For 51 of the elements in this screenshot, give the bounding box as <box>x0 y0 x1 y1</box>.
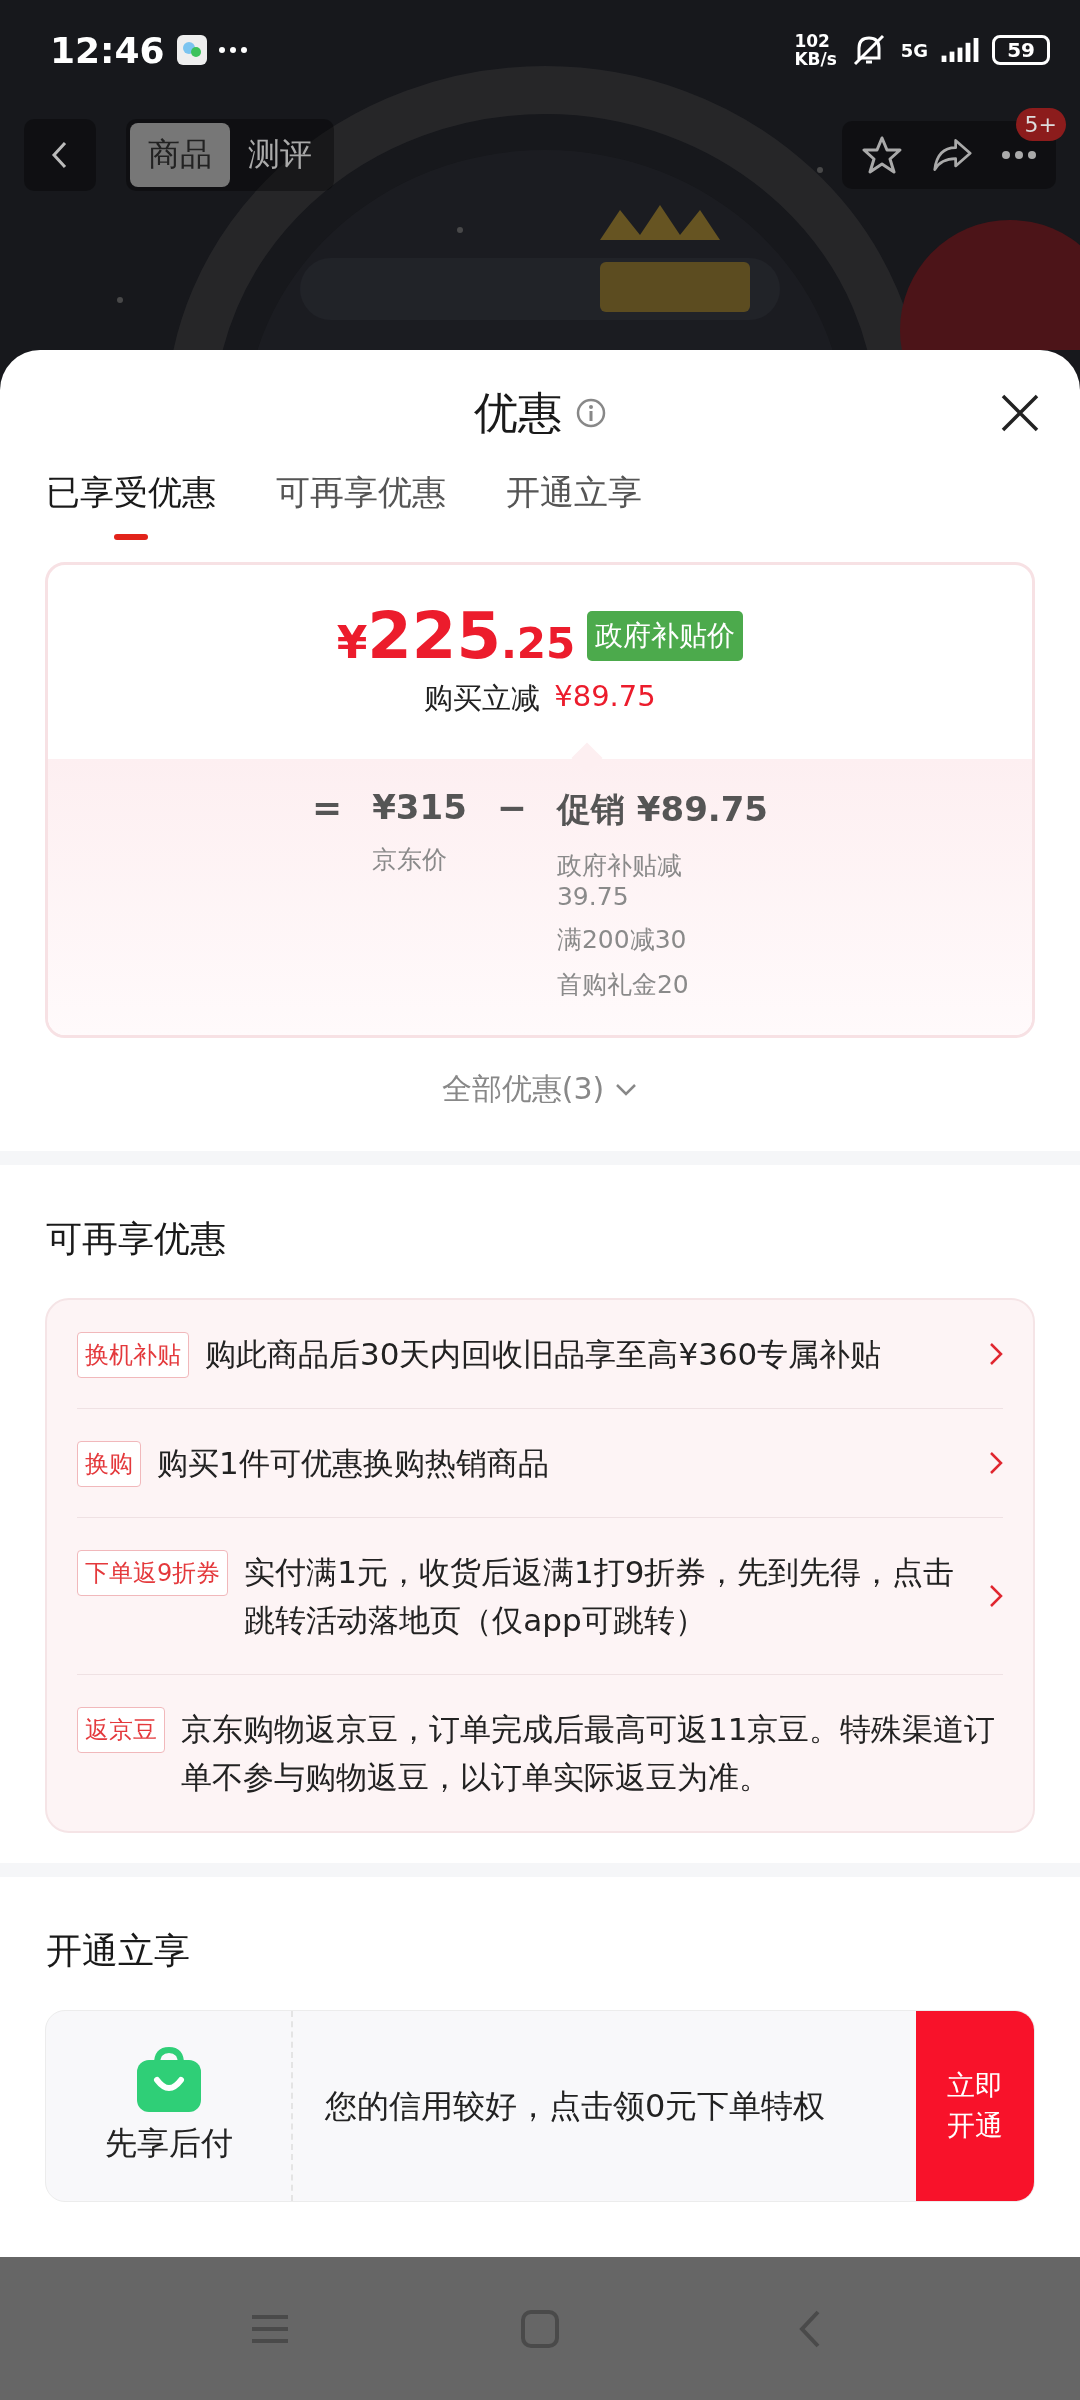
star-icon[interactable] <box>862 135 902 175</box>
more-notifications-icon <box>218 47 247 53</box>
offer-text: 购此商品后30天内回收旧品享至高¥360专属补贴 <box>205 1335 883 1374</box>
chat-app-icon <box>176 35 207 65</box>
offer-text: 购买1件可优惠换购热销商品 <box>157 1444 550 1483</box>
saving-amount: ¥89.75 <box>554 679 656 715</box>
nav-tab[interactable]: 测评 <box>230 123 330 187</box>
subsidy-tag: 政府补贴价 <box>587 611 744 661</box>
promo-amount: ¥89.75 <box>636 789 768 829</box>
caret-icon <box>614 1081 639 1098</box>
all-offers-link[interactable]: 全部优惠(3) <box>435 1068 645 1111</box>
status-time: 12:46 <box>50 29 165 71</box>
offer-tab[interactable]: 开通立享 <box>506 466 642 540</box>
network-type: 5G <box>900 39 929 61</box>
equals-sign: = <box>312 787 343 830</box>
offer-tag: 换购 <box>77 1441 141 1487</box>
close-icon[interactable] <box>1000 393 1040 433</box>
offer-text: 京东购物返京豆，订单完成后最高可返11京豆。特殊渠道订单不参与购物返豆，以订单实际返豆为准。 <box>181 1710 997 1797</box>
minus-sign: − <box>496 787 527 830</box>
promo-item: 首购礼金20 <box>556 969 690 1001</box>
service-name: 先享后付 <box>104 2123 233 2164</box>
promo-item: 满200减30 <box>556 924 688 956</box>
activate-button[interactable]: 立即开通 <box>916 2011 1034 2201</box>
sheet-title: 优惠 <box>474 385 562 440</box>
saving-label: 购买立减 <box>424 680 541 717</box>
offer-tag: 换机补贴 <box>77 1332 189 1378</box>
back-button[interactable] <box>24 119 96 191</box>
offer-tab[interactable]: 已享受优惠 <box>46 466 216 540</box>
base-price-label: 京东价 <box>372 844 449 876</box>
signal-icon <box>940 37 981 63</box>
offer-row[interactable]: 返京豆 京东购物返京豆，订单完成后最高可返11京豆。特殊渠道订单不参与购物返豆，以订单实际返豆为准。 <box>77 1675 1003 1831</box>
service-description: 您的信用较好，点击领0元下单特权 <box>324 2086 827 2127</box>
section-title: 开通立享 <box>45 1929 191 1973</box>
speed-value: 102 <box>794 32 831 50</box>
offer-row[interactable]: 换机补贴 购此商品后30天内回收旧品享至高¥360专属补贴 <box>77 1300 1003 1409</box>
section-title: 可再享优惠 <box>45 1217 227 1261</box>
offer-row[interactable]: 换购 购买1件可优惠换购热销商品 <box>77 1409 1003 1518</box>
promo-item: 政府补贴减39.75 <box>556 850 683 911</box>
shopping-bag-icon <box>136 2046 201 2112</box>
promo-label: 促销 <box>556 789 625 829</box>
offer-tab[interactable]: 可再享优惠 <box>276 466 446 540</box>
nav-tab[interactable]: 商品 <box>130 123 230 187</box>
offer-tag: 下单返9折券 <box>77 1550 229 1596</box>
offer-text: 实付满1元，收货后返满1打9折券，先到先得，点击跳转活动落地页（仅app可跳转） <box>244 1553 956 1640</box>
speed-unit: KB/s <box>794 50 837 68</box>
final-price: ¥225.25 <box>336 599 576 673</box>
info-icon[interactable] <box>576 398 606 428</box>
offer-tag: 返京豆 <box>77 1707 165 1753</box>
battery-level: 59 <box>992 35 1050 65</box>
offer-row[interactable]: 下单返9折券 实付满1元，收货后返满1打9折券，先到先得，点击跳转活动落地页（仅app可跳转） <box>77 1518 1003 1675</box>
base-price: ¥315 <box>372 787 467 827</box>
